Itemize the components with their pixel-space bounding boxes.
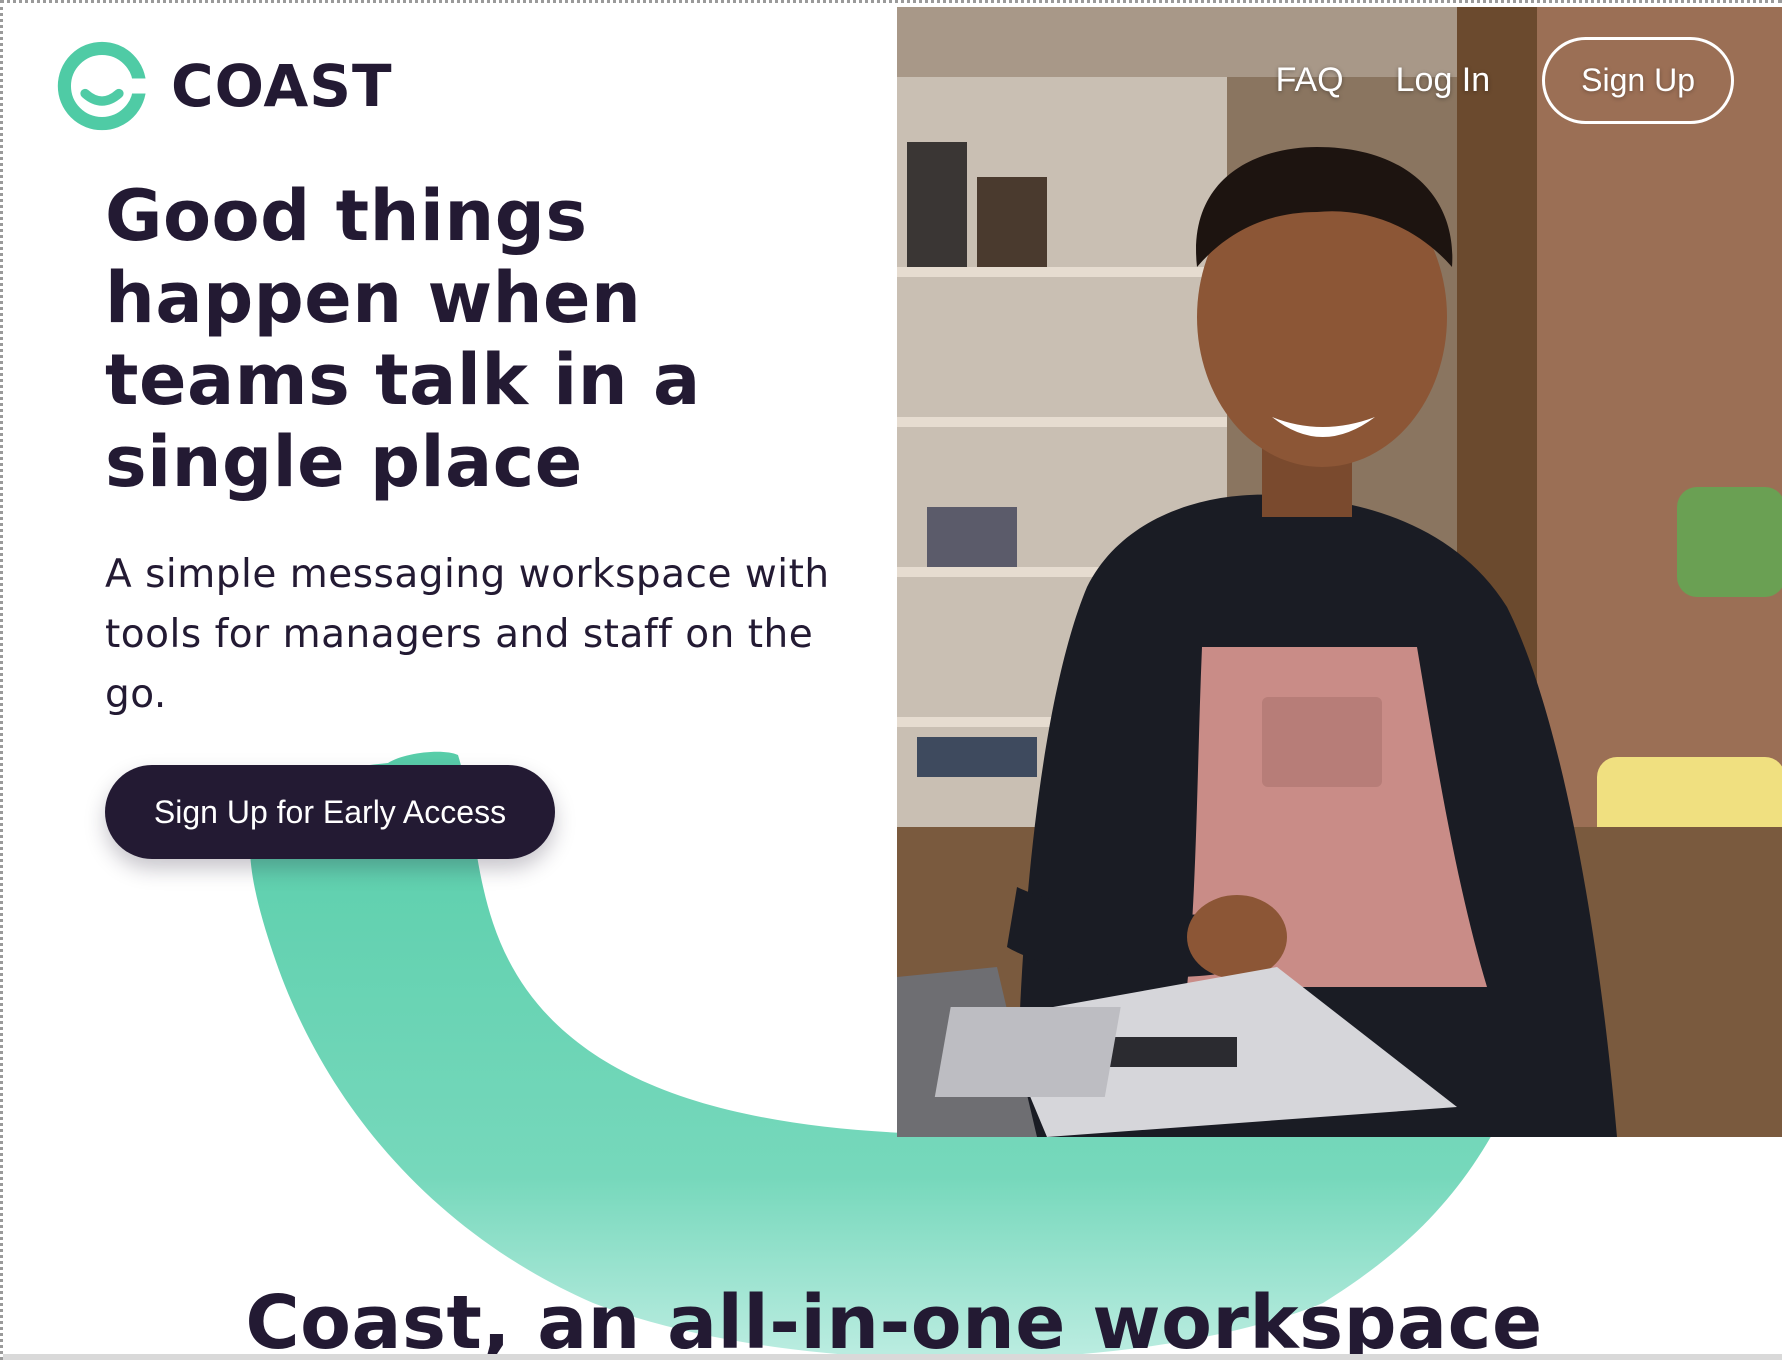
coast-logo[interactable]: COAST [55, 39, 393, 133]
barista-photo-illustration [897, 7, 1782, 1137]
section-title: Coast, an all-in-one workspace [245, 1280, 1543, 1360]
window-bottom-edge [3, 1354, 1782, 1360]
landing-page: COAST FAQ Log In Sign Up Good things hap… [0, 0, 1782, 1360]
early-access-signup-button[interactable]: Sign Up for Early Access [105, 765, 555, 859]
hero-photo [897, 7, 1782, 1137]
hero-headline: Good things happen when teams talk in a … [105, 175, 701, 503]
coast-logo-icon [57, 41, 149, 131]
top-nav: FAQ Log In Sign Up [1276, 37, 1734, 124]
nav-signup-button[interactable]: Sign Up [1542, 37, 1734, 124]
hero-subhead: A simple messaging workspace with tools … [105, 552, 830, 717]
nav-login-link[interactable]: Log In [1396, 61, 1491, 100]
nav-faq-link[interactable]: FAQ [1276, 61, 1344, 100]
logo-wordmark: COAST [171, 52, 393, 120]
